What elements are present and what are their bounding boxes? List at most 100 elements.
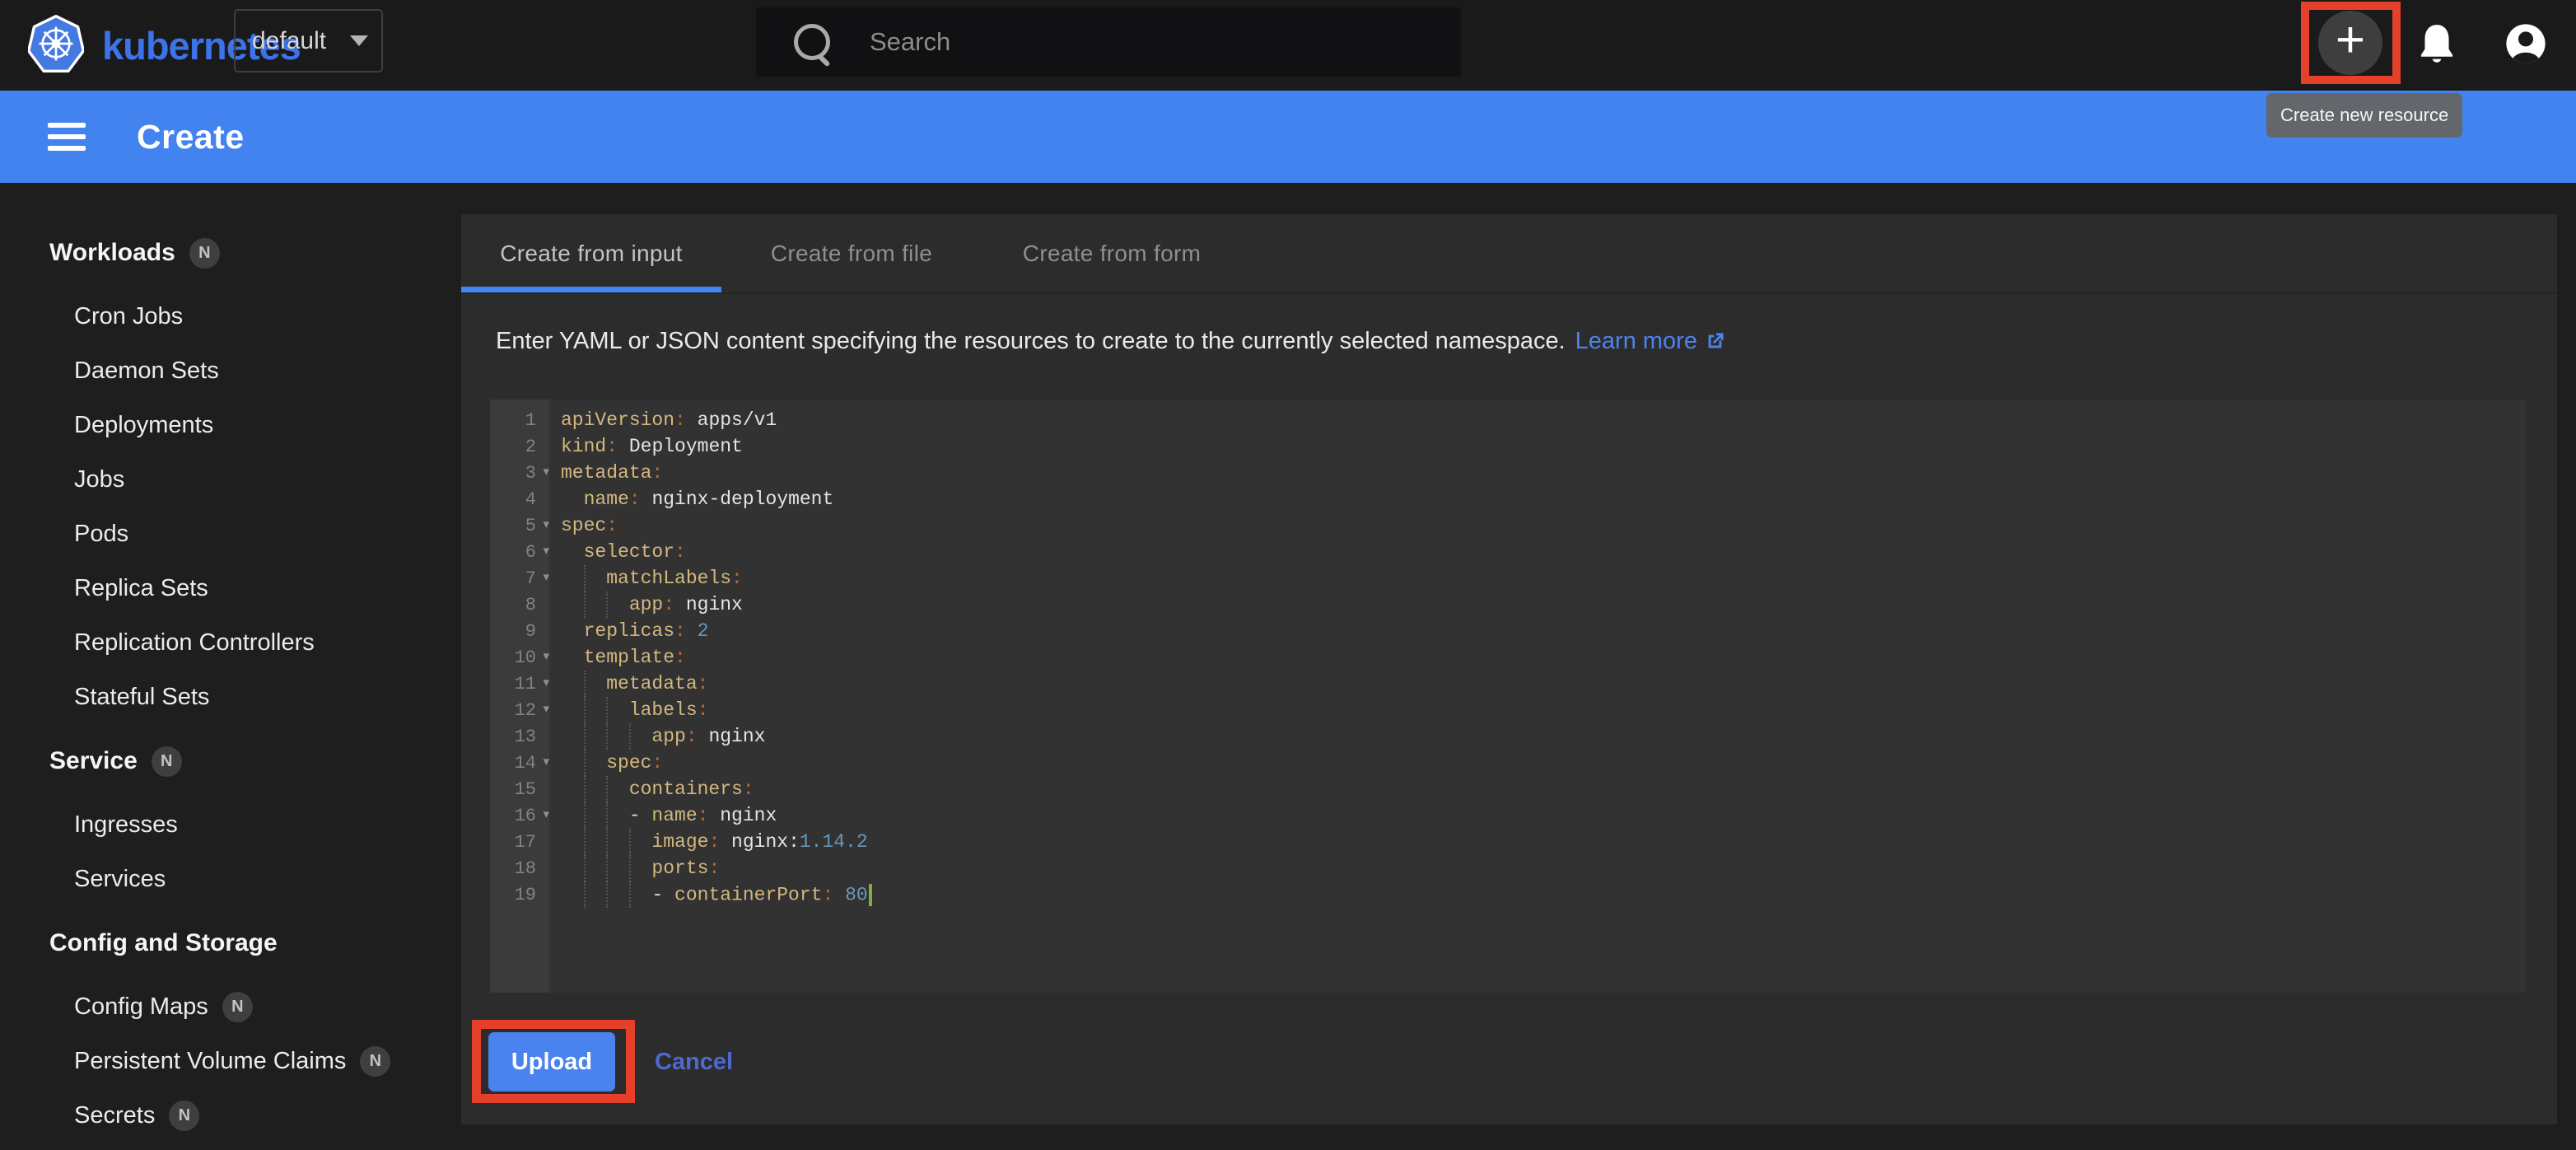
sidebar-item-replica-sets[interactable]: Replica Sets — [0, 561, 461, 615]
line-number: 18 — [490, 858, 549, 879]
code-line[interactable]: 10 ▾ template: — [490, 644, 2526, 671]
notifications-button[interactable] — [2416, 22, 2457, 71]
sidebar-item-config-maps[interactable]: Config Maps N — [0, 979, 461, 1034]
namespace-selected-value: default — [252, 27, 326, 55]
line-number: 7 ▾ — [490, 568, 549, 589]
create-tabs: Create from input Create from file Creat… — [461, 214, 2557, 294]
sidebar-section: Workloads N Cron Jobs Daemon Sets Deploy… — [0, 226, 461, 724]
learn-more-label: Learn more — [1575, 328, 1697, 355]
code-line-content: - containerPort: 80 — [549, 884, 872, 906]
code-line-content: spec: — [549, 752, 663, 774]
sidebar-item-secrets[interactable]: Secrets N — [0, 1088, 461, 1143]
code-line[interactable]: 19 - containerPort: 80 — [490, 881, 2526, 908]
line-number: 9 — [490, 621, 549, 642]
line-number: 4 — [490, 489, 549, 510]
sidebar-section: Config and Storage Config Maps N Persist… — [0, 916, 461, 1143]
code-line[interactable]: 8 app: nginx — [490, 591, 2526, 618]
sidebar-item-deployments[interactable]: Deployments — [0, 398, 461, 452]
code-line[interactable]: 2 kind: Deployment — [490, 433, 2526, 460]
namespace-selector[interactable]: default — [234, 9, 383, 72]
sidebar-item-daemon-sets[interactable]: Daemon Sets — [0, 344, 461, 398]
code-line[interactable]: 6 ▾ selector: — [490, 539, 2526, 565]
code-line[interactable]: 16 ▾ - name: nginx — [490, 802, 2526, 829]
line-number: 16 ▾ — [490, 806, 549, 826]
fold-arrow-icon[interactable]: ▾ — [536, 464, 549, 479]
yaml-editor[interactable]: 1 apiVersion: apps/v1 2 kind: Deployment… — [490, 400, 2526, 993]
sidebar-item-ingresses[interactable]: Ingresses — [0, 797, 461, 852]
code-line[interactable]: 11 ▾ metadata: — [490, 671, 2526, 697]
search-input[interactable]: Search — [756, 7, 1461, 77]
line-number: 6 ▾ — [490, 542, 549, 563]
code-line[interactable]: 3 ▾ metadata: — [490, 460, 2526, 486]
code-line[interactable]: 7 ▾ matchLabels: — [490, 565, 2526, 591]
code-line-content: labels: — [549, 699, 708, 721]
line-number: 13 — [490, 727, 549, 747]
account-button[interactable] — [2504, 21, 2548, 70]
tab-create-from-input[interactable]: Create from input — [461, 214, 721, 292]
code-line[interactable]: 15 containers: — [490, 776, 2526, 802]
code-line[interactable]: 4 name: nginx-deployment — [490, 486, 2526, 512]
create-new-resource-button[interactable]: + — [2318, 11, 2382, 75]
sidebar-item-label: Daemon Sets — [74, 358, 219, 385]
tab-create-from-file[interactable]: Create from file — [721, 214, 982, 292]
code-line[interactable]: 12 ▾ labels: — [490, 697, 2526, 723]
code-line[interactable]: 1 apiVersion: apps/v1 — [490, 407, 2526, 433]
line-number: 14 ▾ — [490, 753, 549, 774]
sidebar-item-replication-controllers[interactable]: Replication Controllers — [0, 615, 461, 670]
fold-arrow-icon[interactable]: ▾ — [536, 543, 549, 558]
fold-arrow-icon[interactable]: ▾ — [536, 648, 549, 663]
sidebar-section-service[interactable]: Service N — [0, 734, 461, 788]
text-cursor — [869, 884, 872, 906]
code-line-content: ports: — [549, 858, 720, 879]
code-line[interactable]: 5 ▾ spec: — [490, 512, 2526, 539]
code-line[interactable]: 9 replicas: 2 — [490, 618, 2526, 644]
code-line-content: template: — [549, 647, 686, 668]
sidebar-item-label: Replication Controllers — [74, 629, 315, 657]
code-line-content: matchLabels: — [549, 568, 743, 589]
menu-icon[interactable] — [48, 123, 86, 151]
code-line-content: app: nginx — [549, 594, 743, 615]
plus-icon: + — [2336, 15, 2365, 66]
sidebar-item-pods[interactable]: Pods — [0, 507, 461, 561]
fold-arrow-icon[interactable]: ▾ — [536, 569, 549, 584]
sidebar-item-label: Stateful Sets — [74, 684, 209, 711]
upload-button[interactable]: Upload — [488, 1032, 615, 1092]
line-number: 1 — [490, 410, 549, 431]
fold-arrow-icon[interactable]: ▾ — [536, 517, 549, 531]
code-line[interactable]: 17 image: nginx:1.14.2 — [490, 829, 2526, 855]
sidebar-item-services[interactable]: Services — [0, 852, 461, 906]
code-line-content: containers: — [549, 778, 754, 800]
sidebar-section-workloads[interactable]: Workloads N — [0, 226, 461, 280]
sidebar-section-label: Workloads — [49, 239, 175, 267]
sidebar-item-stateful-sets[interactable]: Stateful Sets — [0, 670, 461, 724]
sidebar-item-cron-jobs[interactable]: Cron Jobs — [0, 289, 461, 344]
create-new-resource-tooltip: Create new resource — [2266, 93, 2462, 138]
fold-arrow-icon[interactable]: ▾ — [536, 806, 549, 821]
fold-arrow-icon[interactable]: ▾ — [536, 701, 549, 716]
page-title: Create — [137, 118, 245, 157]
code-line[interactable]: 18 ports: — [490, 855, 2526, 881]
sidebar-item-persistent-volume-claims[interactable]: Persistent Volume Claims N — [0, 1034, 461, 1088]
line-number: 5 ▾ — [490, 516, 549, 536]
tab-label: Create from form — [1023, 241, 1201, 267]
sidebar-item-jobs[interactable]: Jobs — [0, 452, 461, 507]
sidebar-item-label: Pods — [74, 521, 128, 548]
line-number: 11 ▾ — [490, 674, 549, 694]
tab-create-from-form[interactable]: Create from form — [982, 214, 1242, 292]
line-number: 3 ▾ — [490, 463, 549, 484]
fold-arrow-icon[interactable]: ▾ — [536, 754, 549, 769]
learn-more-link[interactable]: Learn more — [1575, 328, 1726, 355]
namespaced-badge: N — [222, 992, 253, 1022]
line-number: 15 — [490, 779, 549, 800]
code-line-content: - name: nginx — [549, 805, 777, 826]
sidebar-section-label: Config and Storage — [49, 929, 278, 957]
code-line[interactable]: 14 ▾ spec: — [490, 750, 2526, 776]
sidebar-item-label: Secrets — [74, 1102, 155, 1129]
cancel-button[interactable]: Cancel — [646, 1038, 741, 1086]
code-line[interactable]: 13 app: nginx — [490, 723, 2526, 750]
sidebar-section-config-and-storage[interactable]: Config and Storage — [0, 916, 461, 970]
code-line-content: metadata: — [549, 462, 663, 484]
kubernetes-dashboard: kubernetes default Search + — [0, 0, 2576, 1150]
sidebar-item-label: Replica Sets — [74, 575, 208, 602]
fold-arrow-icon[interactable]: ▾ — [536, 675, 549, 690]
